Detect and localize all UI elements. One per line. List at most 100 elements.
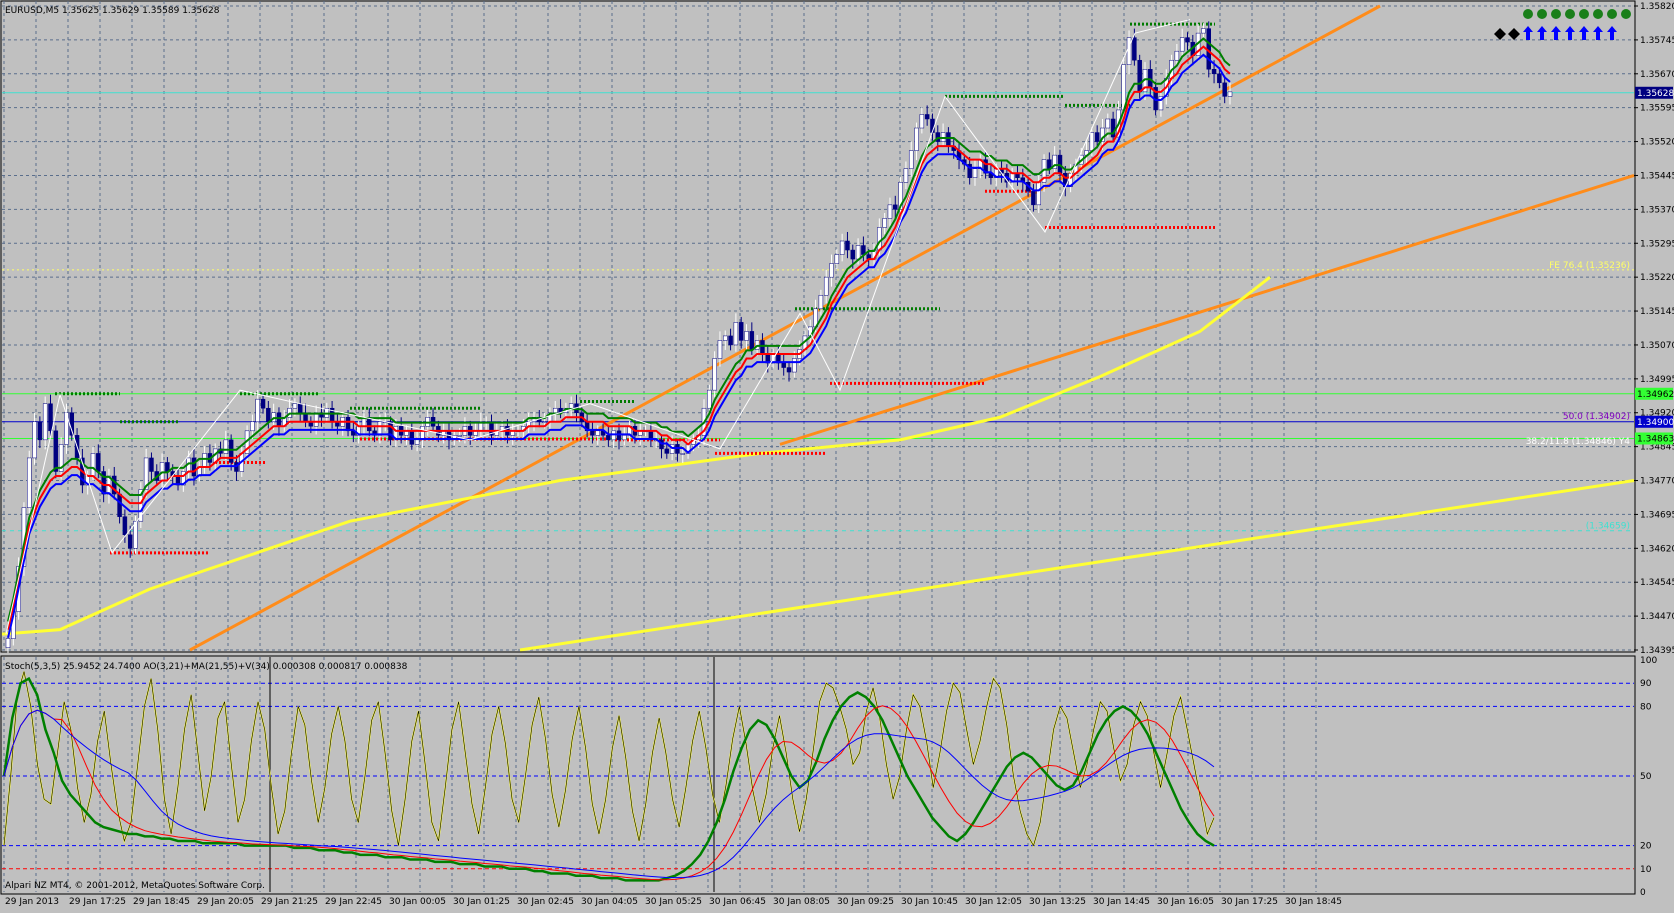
time-tick-label: 29 Jan 17:25 <box>69 897 126 907</box>
candle-body <box>792 358 797 373</box>
candle-body <box>420 426 425 441</box>
candle-body <box>680 453 686 455</box>
stoch-tick-label: 10 <box>1640 865 1652 875</box>
price-tick-label: 1.35520 <box>1640 138 1674 148</box>
candle-body <box>590 430 595 436</box>
candle-body <box>893 204 898 210</box>
candle-body <box>53 430 59 472</box>
candle-body <box>818 294 824 310</box>
fib-annotation-label: FE 76.4 (1.35236) <box>1549 261 1630 271</box>
candle-body <box>313 412 319 427</box>
green-dot-icon <box>1593 9 1603 19</box>
candle-body <box>552 407 558 413</box>
candle-body <box>744 331 749 341</box>
candle-body <box>5 638 11 648</box>
candle-body <box>568 403 574 409</box>
candle-body <box>908 150 914 169</box>
candle-body <box>823 276 829 296</box>
price-tick-label: 1.35445 <box>1640 171 1674 181</box>
mt4-chart-window: 1.35820 1.35745 1.35670 1.35595 1.35520 1.354… <box>0 0 1674 909</box>
candle-body <box>255 398 260 423</box>
candle-body <box>1227 91 1233 97</box>
price-level-box-label: 1.35628 <box>1637 89 1674 99</box>
time-tick-label: 30 Jan 05:25 <box>645 897 702 907</box>
candle-body <box>377 421 383 436</box>
candle-body <box>117 493 122 517</box>
time-tick-label: 29 Jan 18:45 <box>133 897 190 907</box>
time-tick-label: 29 Jan 2013 <box>5 897 59 907</box>
candle-body <box>622 435 627 441</box>
stoch-tick-label: 100 <box>1640 656 1657 666</box>
candle-body <box>1031 191 1036 206</box>
candle-body <box>850 249 856 260</box>
price-tick-label: 1.35295 <box>1640 239 1674 249</box>
candle-body <box>48 403 53 432</box>
candle-body <box>887 204 893 219</box>
green-dot-icon <box>1565 9 1575 19</box>
fib-annotation-label: (1.34659) <box>1586 522 1630 532</box>
candle-body <box>845 240 850 251</box>
candle-body <box>1222 82 1227 97</box>
price-tick-label: 1.34695 <box>1640 510 1674 520</box>
time-tick-label: 29 Jan 20:05 <box>197 897 254 907</box>
time-tick-label: 30 Jan 01:25 <box>453 897 510 907</box>
candle-body <box>127 534 133 549</box>
time-tick-label: 30 Jan 17:25 <box>1221 897 1278 907</box>
time-tick-label: 29 Jan 21:25 <box>261 897 318 907</box>
price-tick-label: 1.34995 <box>1640 375 1674 385</box>
time-tick-label: 30 Jan 02:45 <box>517 897 574 907</box>
candle-body <box>149 457 154 472</box>
candle-body <box>717 340 723 359</box>
price-tick-label: 1.35595 <box>1640 104 1674 114</box>
price-tick-label: 1.35370 <box>1640 205 1674 215</box>
price-tick-label: 1.34395 <box>1640 646 1674 656</box>
candle-body <box>664 448 670 454</box>
candle-body <box>786 367 792 373</box>
candle-body <box>266 407 271 423</box>
candle-body <box>388 421 393 441</box>
candle-body <box>228 439 234 463</box>
stoch-tick-label: 20 <box>1640 842 1652 852</box>
candle-body <box>972 168 978 178</box>
candle-body <box>749 331 755 350</box>
fib-annotation-label: 50.0 (1.34902) <box>1563 412 1630 422</box>
candle-body <box>542 421 547 424</box>
candle-body <box>122 516 128 536</box>
candle-body <box>707 389 712 409</box>
green-dot-icon <box>1537 9 1547 19</box>
price-tick-label: 1.34470 <box>1640 612 1674 622</box>
time-tick-label: 30 Jan 04:05 <box>581 897 638 907</box>
candle-body <box>1211 69 1217 75</box>
candle-body <box>606 435 611 441</box>
candle-body <box>96 453 101 472</box>
candle-body <box>27 457 32 508</box>
candle-body <box>457 435 462 437</box>
time-tick-label: 30 Jan 08:05 <box>773 897 830 907</box>
candle-body <box>882 218 887 228</box>
candle-body <box>37 421 43 441</box>
candle-body <box>834 254 840 264</box>
price-level-box-label: 1.34863 <box>1637 434 1674 444</box>
candle-body <box>855 245 861 260</box>
candle-body <box>946 132 951 147</box>
candle-body <box>414 439 420 445</box>
candle-body <box>903 168 909 183</box>
price-tick-label: 1.35670 <box>1640 70 1674 80</box>
candle-body <box>1105 118 1111 129</box>
candle-body <box>223 439 229 454</box>
stoch-tick-label: 80 <box>1640 702 1652 712</box>
candle-body <box>595 430 600 436</box>
price-level-box-label: 1.34962 <box>1637 390 1674 400</box>
candle-body <box>919 114 925 129</box>
price-tick-label: 1.34545 <box>1640 578 1674 588</box>
candle-body <box>32 421 37 459</box>
candle-body <box>877 227 882 251</box>
green-dot-icon <box>1523 9 1533 19</box>
candle-body <box>712 358 717 391</box>
candle-body <box>723 335 728 341</box>
chart-canvas[interactable]: 1.35820 1.35745 1.35670 1.35595 1.35520 1.354… <box>0 0 1674 909</box>
candle-body <box>738 322 744 341</box>
candle-body <box>1094 132 1100 142</box>
green-dot-icon <box>1579 9 1589 19</box>
time-tick-label: 30 Jan 00:05 <box>389 897 446 907</box>
